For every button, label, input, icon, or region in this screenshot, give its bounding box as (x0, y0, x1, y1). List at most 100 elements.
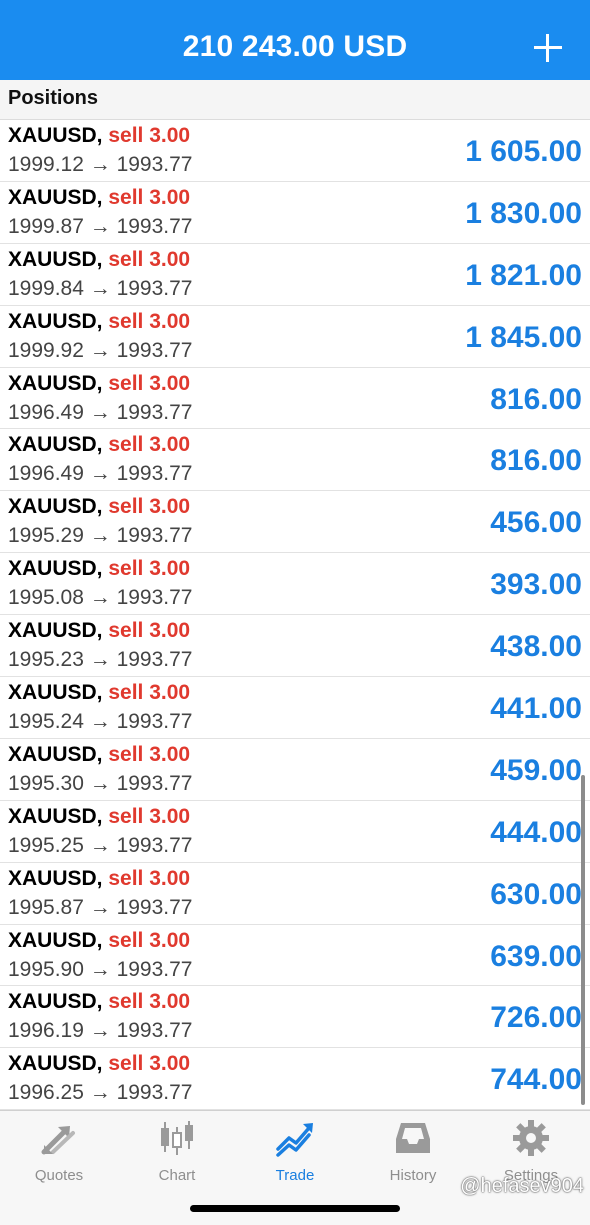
position-prices: 1995.90 → 1993.77 (8, 957, 193, 981)
position-prices: 1995.30 → 1993.77 (8, 771, 193, 795)
position-row[interactable]: XAUUSD, sell 3.00 1996.25 → 1993.77 744.00 (0, 1048, 590, 1111)
position-profit: 816.00 (490, 444, 582, 478)
top-bar: 210 243.00 USD (0, 0, 590, 80)
position-prices: 1995.24 → 1993.77 (8, 710, 193, 734)
position-symbol: XAUUSD, (8, 371, 103, 395)
position-symbol: XAUUSD, (8, 742, 103, 766)
position-symbol: XAUUSD, (8, 433, 103, 457)
gear-icon (513, 1120, 549, 1156)
position-symbol: XAUUSD, (8, 557, 103, 581)
position-symbol: XAUUSD, (8, 804, 103, 828)
position-prices: 1995.23 → 1993.77 (8, 648, 193, 672)
position-side: sell 3.00 (108, 557, 191, 581)
position-symbol: XAUUSD, (8, 866, 103, 890)
position-profit: 393.00 (490, 568, 582, 602)
position-side: sell 3.00 (108, 742, 191, 766)
position-symbol: XAUUSD, (8, 309, 103, 333)
position-row[interactable]: XAUUSD, sell 3.00 1995.87 → 1993.77 630.00 (0, 862, 590, 925)
position-profit: 816.00 (490, 382, 582, 416)
position-profit: 441.00 (490, 692, 582, 726)
position-side: sell 3.00 (108, 247, 191, 271)
position-prices: 1999.87 → 1993.77 (8, 214, 193, 238)
position-row[interactable]: XAUUSD, sell 3.00 1999.87 → 1993.77 1 830.… (0, 181, 590, 244)
position-profit: 726.00 (490, 1001, 582, 1035)
position-row[interactable]: XAUUSD, sell 3.00 1995.24 → 1993.77 441.00 (0, 677, 590, 739)
home-indicator[interactable] (190, 1205, 400, 1212)
position-row[interactable]: XAUUSD, sell 3.00 1996.49 → 1993.77 816.00 (0, 429, 590, 492)
trade-trend-icon (276, 1123, 313, 1157)
position-title: XAUUSD, sell 3.00 (8, 929, 190, 953)
position-prices: 1996.19 → 1993.77 (8, 1019, 193, 1043)
position-prices: 1995.29 → 1993.77 (8, 524, 193, 548)
position-prices: 1995.25 → 1993.77 (8, 833, 193, 857)
tab-quotes[interactable]: Quotes (0, 1119, 118, 1189)
position-side: sell 3.00 (108, 681, 191, 705)
position-row[interactable]: XAUUSD, sell 3.00 1995.25 → 1993.77 444.00 (0, 800, 590, 863)
position-symbol: XAUUSD, (8, 185, 103, 209)
position-row[interactable]: XAUUSD, sell 3.00 1996.19 → 1993.77 726.00 (0, 986, 590, 1049)
position-side: sell 3.00 (108, 185, 191, 209)
positions-list: XAUUSD, sell 3.00 1999.12 → 1993.77 1 605.… (0, 120, 590, 1111)
position-row[interactable]: XAUUSD, sell 3.00 1995.90 → 1993.77 639.00 (0, 924, 590, 987)
position-row[interactable]: XAUUSD, sell 3.00 1995.30 → 1993.77 459.00 (0, 738, 590, 801)
position-side: sell 3.00 (108, 371, 191, 395)
tab-label-quotes: Quotes (34, 1167, 84, 1184)
position-side: sell 3.00 (108, 1052, 191, 1076)
position-title: XAUUSD, sell 3.00 (8, 681, 190, 705)
position-row[interactable]: XAUUSD, sell 3.00 1999.84 → 1993.77 1 821.… (0, 243, 590, 306)
position-profit: 1 845.00 (465, 320, 582, 354)
position-profit: 630.00 (490, 877, 582, 911)
position-prices: 1995.87 → 1993.77 (8, 895, 193, 919)
position-title: XAUUSD, sell 3.00 (8, 805, 190, 829)
positions-title: Positions (8, 87, 99, 109)
plus-icon[interactable] (534, 34, 562, 62)
position-title: XAUUSD, sell 3.00 (8, 1052, 190, 1076)
position-profit: 744.00 (490, 1063, 582, 1097)
position-profit: 459.00 (490, 753, 582, 787)
position-profit: 639.00 (490, 939, 582, 973)
position-side: sell 3.00 (108, 866, 191, 890)
position-side: sell 3.00 (108, 309, 191, 333)
position-row[interactable]: XAUUSD, sell 3.00 1999.12 → 1993.77 1 605.… (0, 120, 590, 182)
position-profit: 1 605.00 (465, 135, 582, 168)
position-symbol: XAUUSD, (8, 681, 103, 705)
position-prices: 1996.49 → 1993.77 (8, 462, 193, 486)
position-row[interactable]: XAUUSD, sell 3.00 1999.92 → 1993.77 1 845.… (0, 305, 590, 368)
position-profit: 438.00 (490, 630, 582, 664)
position-symbol: XAUUSD, (8, 928, 103, 952)
scrollbar[interactable] (581, 775, 585, 1105)
position-profit: 444.00 (490, 815, 582, 849)
position-row[interactable]: XAUUSD, sell 3.00 1996.49 → 1993.77 816.00 (0, 367, 590, 430)
position-title: XAUUSD, sell 3.00 (8, 743, 190, 767)
position-title: XAUUSD, sell 3.00 (8, 619, 190, 643)
tab-label-chart: Chart (158, 1167, 196, 1184)
tab-chart[interactable]: Chart (118, 1119, 236, 1189)
account-balance: 210 243.00 USD (182, 30, 408, 63)
position-title: XAUUSD, sell 3.00 (8, 990, 190, 1014)
position-row[interactable]: XAUUSD, sell 3.00 1995.23 → 1993.77 438.00 (0, 615, 590, 678)
position-row[interactable]: XAUUSD, sell 3.00 1995.08 → 1993.77 393.00 (0, 553, 590, 616)
position-prices: 1996.49 → 1993.77 (8, 400, 193, 424)
position-prices: 1999.12 → 1993.77 (8, 153, 193, 176)
watermark: @hefasev904 (460, 1175, 584, 1197)
position-profit: 456.00 (490, 506, 582, 540)
position-title: XAUUSD, sell 3.00 (8, 495, 190, 519)
position-symbol: XAUUSD, (8, 124, 103, 147)
position-side: sell 3.00 (108, 495, 191, 519)
position-side: sell 3.00 (108, 990, 191, 1014)
position-side: sell 3.00 (108, 433, 191, 457)
position-prices: 1999.84 → 1993.77 (8, 276, 193, 300)
position-title: XAUUSD, sell 3.00 (8, 372, 190, 396)
position-title: XAUUSD, sell 3.00 (8, 433, 190, 457)
position-symbol: XAUUSD, (8, 1052, 103, 1076)
position-side: sell 3.00 (108, 804, 191, 828)
inbox-tray-icon (396, 1123, 430, 1153)
position-row[interactable]: XAUUSD, sell 3.00 1995.29 → 1993.77 456.00 (0, 491, 590, 554)
position-prices: 1995.08 → 1993.77 (8, 586, 193, 610)
position-profit: 1 830.00 (465, 196, 582, 230)
position-side: sell 3.00 (108, 928, 191, 952)
tab-label-history: History (389, 1167, 437, 1184)
position-title: XAUUSD, sell 3.00 (8, 557, 190, 581)
tab-trade[interactable]: Trade (236, 1119, 354, 1189)
tab-history[interactable]: History (354, 1119, 472, 1189)
